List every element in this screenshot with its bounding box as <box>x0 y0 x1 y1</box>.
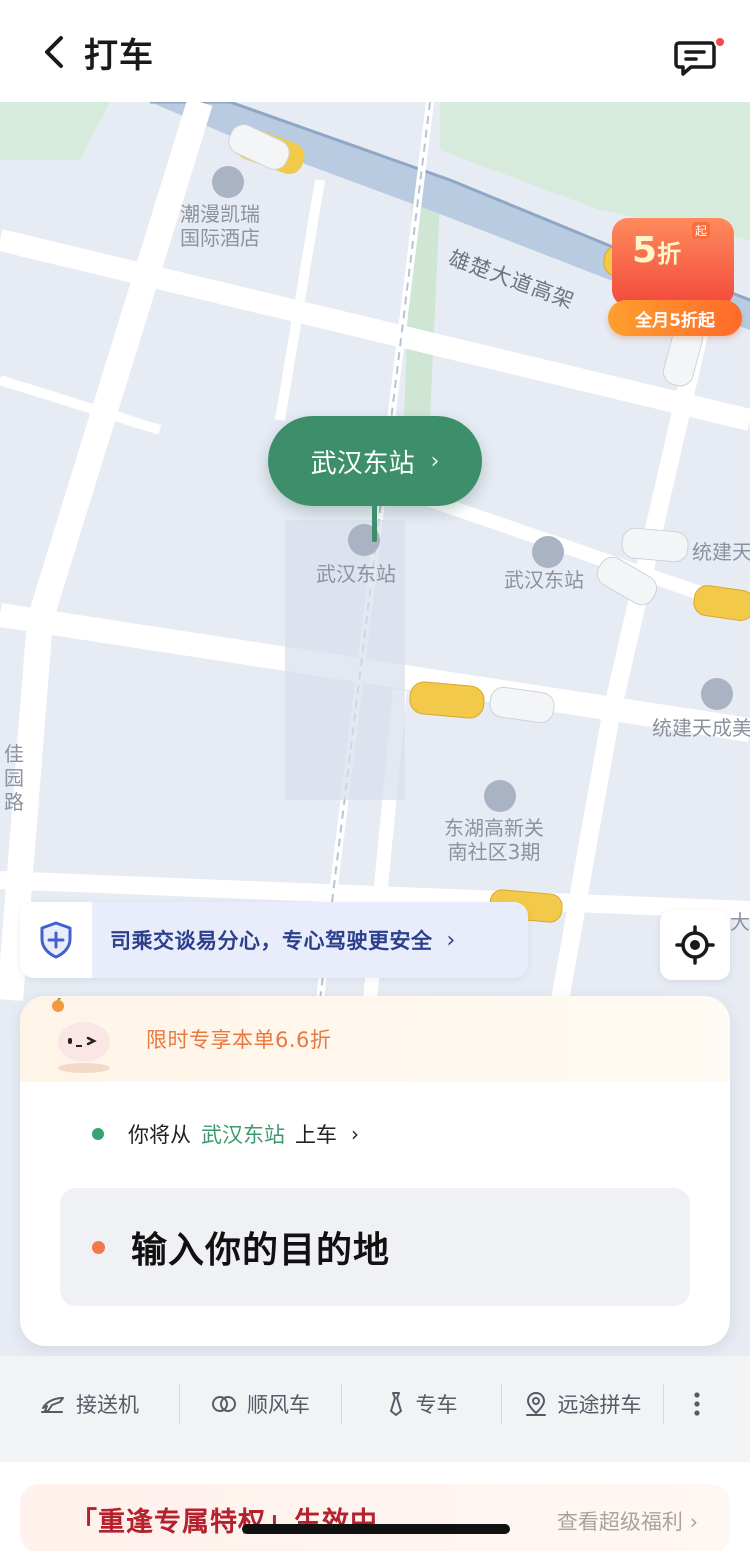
back-button[interactable] <box>36 32 72 72</box>
pickup-dot <box>92 1128 104 1140</box>
road-label-jiayuan: 佳 园 路 <box>4 742 24 814</box>
service-hitch[interactable]: 顺风车 <box>180 1384 342 1424</box>
chevron-right-icon: › <box>351 1122 359 1146</box>
hitch-icon <box>211 1392 237 1416</box>
map-pin-icon <box>524 1391 548 1417</box>
service-airport-transfer[interactable]: 接送机 <box>0 1384 180 1424</box>
poi-donghu-label: 东湖高新关 南社区3期 <box>444 816 544 864</box>
chevron-left-icon <box>45 36 63 68</box>
pickup-station: 武汉东站 <box>201 1123 285 1147</box>
unread-dot <box>714 36 726 48</box>
message-button[interactable] <box>674 38 716 78</box>
discount-text: 限时专享本单6.6折 <box>146 1028 332 1052</box>
top-nav-bar: 打车 <box>0 0 750 102</box>
booking-panel: 限时专享本单6.6折 你将从 武汉东站 上车 › 输入你的目的地 <box>20 996 730 1346</box>
promo-badge-tag: 起 <box>692 222 711 239</box>
destination-placeholder: 输入你的目的地 <box>131 1230 391 1271</box>
service-label: 接送机 <box>76 1393 139 1417</box>
benefit-card-inner: 「重逢专属特权」生效中 查看超级福利 › <box>20 1484 730 1551</box>
home-indicator <box>242 1524 510 1534</box>
service-label: 专车 <box>415 1393 458 1417</box>
chevron-right-icon: › <box>430 448 440 474</box>
chat-icon <box>674 41 716 76</box>
destination-input[interactable]: 输入你的目的地 <box>60 1188 690 1306</box>
poi-hotel-label: 潮漫凯瑞 国际酒店 <box>180 202 260 250</box>
chevron-right-icon: › <box>446 927 456 953</box>
locate-icon <box>675 925 715 965</box>
promo-badge-text: 全月5折起 <box>608 300 742 336</box>
benefit-link[interactable]: 查看超级福利 › <box>557 1506 698 1536</box>
tie-icon <box>386 1391 406 1417</box>
more-vertical-icon <box>694 1392 700 1416</box>
locate-button[interactable] <box>660 910 730 980</box>
promo-badge-value: 5折 <box>632 230 682 271</box>
destination-dot <box>92 1240 105 1254</box>
page-title: 打车 <box>84 36 154 76</box>
poi-station-label-2: 武汉东站 <box>504 568 584 592</box>
pickup-prefix: 你将从 <box>128 1123 191 1147</box>
poi-tongjian-label: 统建天 <box>692 540 750 564</box>
plane-icon <box>40 1392 66 1416</box>
safety-banner[interactable]: 司乘交谈易分心，专心驾驶更安全 › <box>20 902 528 978</box>
pickup-station-name: 武汉东站 <box>310 448 415 479</box>
shield-plus-icon <box>40 921 72 959</box>
safety-icon-box <box>20 902 92 978</box>
mascot-icon <box>52 998 110 1073</box>
poi-station-label: 武汉东站 <box>316 562 396 586</box>
benefit-card[interactable]: 「重逢专属特权」生效中 查看超级福利 › <box>0 1462 750 1551</box>
pin-stem <box>372 504 377 542</box>
safety-banner-text: 司乘交谈易分心，专心驾驶更安全 <box>110 929 433 953</box>
service-long-distance[interactable]: 远途拼车 <box>502 1384 664 1424</box>
pickup-row[interactable]: 你将从 武汉东站 上车 › <box>20 1114 730 1154</box>
poi-tongjian-cheng-label: 统建天成美 <box>652 716 750 740</box>
pickup-suffix: 上车 <box>295 1123 337 1147</box>
discount-strip[interactable]: 限时专享本单6.6折 <box>20 996 730 1082</box>
pickup-station-pin[interactable]: 武汉东站 › <box>268 416 482 506</box>
service-label: 顺风车 <box>247 1393 310 1417</box>
promo-badge[interactable]: 5折 起 全月5折起 <box>602 204 748 340</box>
service-shortcuts: 接送机 顺风车 专车 远途拼车 <box>0 1356 750 1452</box>
service-premier[interactable]: 专车 <box>342 1384 502 1424</box>
service-label: 远途拼车 <box>557 1393 642 1417</box>
more-services-button[interactable] <box>664 1384 730 1424</box>
